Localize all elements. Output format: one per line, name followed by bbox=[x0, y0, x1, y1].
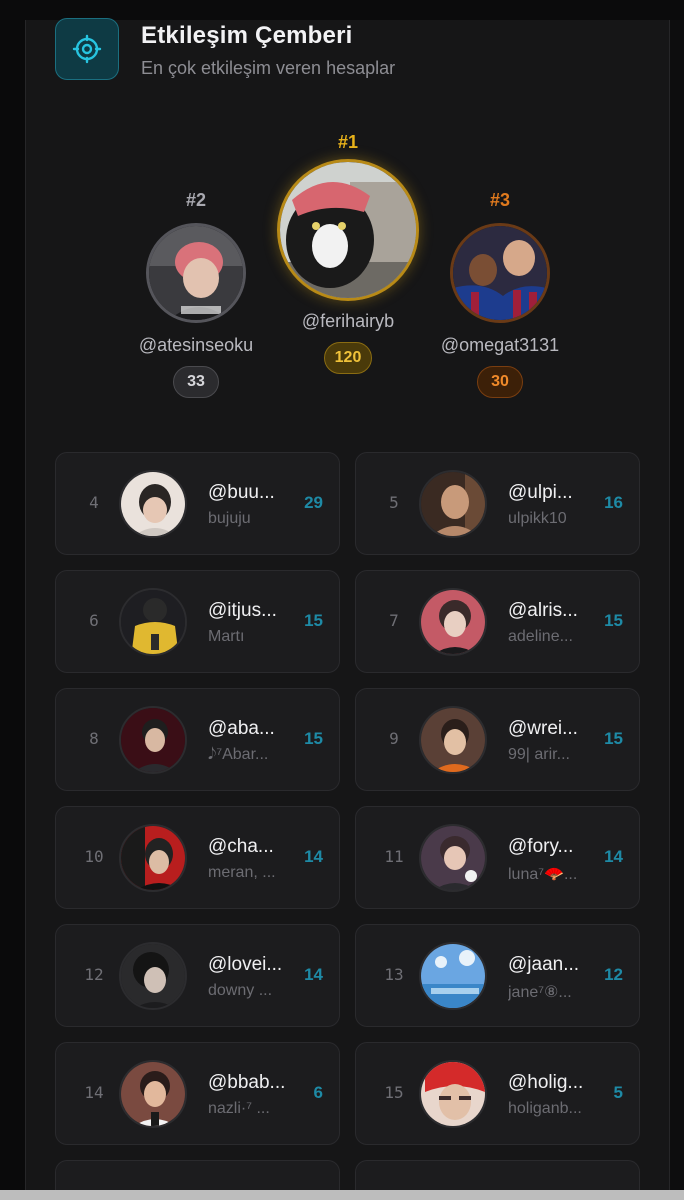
interaction-count-badge: 33 bbox=[173, 366, 219, 398]
podium-handle[interactable]: @ferihairyb bbox=[268, 311, 428, 332]
user-handle: @lovei... bbox=[208, 954, 283, 975]
interaction-count-badge: 120 bbox=[323, 342, 373, 374]
display-name: adeline... bbox=[508, 628, 573, 645]
leaderboard-card[interactable]: 8 @aba... 𝅘𝅥𝅮⁷Abar... 15 bbox=[55, 688, 340, 791]
interaction-count: 29 bbox=[304, 493, 323, 512]
target-circle-icon bbox=[55, 18, 119, 80]
leaderboard-card[interactable]: 9 @wrei... 99| arir... 15 bbox=[355, 688, 640, 791]
avatar bbox=[419, 470, 487, 538]
display-name: meran, ... bbox=[208, 864, 276, 881]
section-header: Etkileşim Çemberi En çok etkileşim veren… bbox=[55, 18, 395, 82]
podium-handle[interactable]: @atesinseoku bbox=[126, 335, 266, 356]
avatar[interactable] bbox=[450, 223, 550, 323]
user-handle: @aba... bbox=[208, 718, 275, 739]
display-name: Martı bbox=[208, 628, 245, 645]
user-handle: @ulpi... bbox=[508, 482, 573, 503]
podium-second[interactable]: #2 @atesinseoku 33 bbox=[126, 190, 266, 398]
podium-first[interactable]: #1 @ferihairyb 120 bbox=[268, 132, 428, 374]
page-title: Etkileşim Çemberi bbox=[141, 22, 353, 49]
interaction-count: 16 bbox=[604, 493, 623, 512]
leaderboard-card[interactable]: 12 @lovei... downy ... 14 bbox=[55, 924, 340, 1027]
display-name: jane⁷⑧... bbox=[508, 984, 572, 1001]
display-name: luna⁷🪭... bbox=[508, 866, 578, 883]
leaderboard-card[interactable]: 4 @buu... bujuju 29 bbox=[55, 452, 340, 555]
display-name: ulpikk10 bbox=[508, 510, 567, 527]
user-handle: @wrei... bbox=[508, 718, 578, 739]
rank-label: #2 bbox=[185, 190, 207, 210]
podium-third[interactable]: #3 @omegat3131 30 bbox=[430, 190, 570, 398]
rank-label: #1 bbox=[337, 132, 359, 152]
avatar bbox=[119, 824, 187, 892]
leaderboard-card[interactable]: 7 @alris... adeline... 15 bbox=[355, 570, 640, 673]
user-handle: @holig... bbox=[508, 1072, 584, 1093]
avatar[interactable] bbox=[277, 159, 419, 301]
leaderboard-card[interactable]: 6 @itjus... Martı 15 bbox=[55, 570, 340, 673]
interaction-count: 15 bbox=[604, 729, 623, 748]
display-name: nazli·⁷ ... bbox=[208, 1100, 270, 1117]
rank-label: #3 bbox=[489, 190, 511, 210]
interaction-count: 14 bbox=[304, 965, 323, 984]
interaction-count: 6 bbox=[313, 1083, 323, 1102]
display-name: holiganb... bbox=[508, 1100, 582, 1117]
bottom-edge bbox=[0, 1190, 684, 1200]
avatar bbox=[419, 942, 487, 1010]
interaction-count: 14 bbox=[604, 847, 623, 866]
avatar bbox=[119, 706, 187, 774]
avatar bbox=[419, 1060, 487, 1128]
page-edge bbox=[670, 20, 684, 1200]
avatar bbox=[419, 824, 487, 892]
top-status-strip bbox=[0, 0, 684, 20]
leaderboard-card[interactable]: 14 @bbab... nazli·⁷ ... 6 bbox=[55, 1042, 340, 1145]
display-name: downy ... bbox=[208, 982, 273, 999]
podium-handle[interactable]: @omegat3131 bbox=[430, 335, 570, 356]
avatar bbox=[419, 588, 487, 656]
leaderboard-card[interactable]: 13 @jaan... jane⁷⑧... 12 bbox=[355, 924, 640, 1027]
avatar bbox=[119, 470, 187, 538]
leaderboard-card[interactable]: 5 @ulpi... ulpikk10 16 bbox=[355, 452, 640, 555]
interaction-count: 15 bbox=[604, 611, 623, 630]
interaction-count: 14 bbox=[304, 847, 323, 866]
display-name: bujuju bbox=[208, 510, 251, 527]
interaction-count: 15 bbox=[304, 729, 323, 748]
user-handle: @jaan... bbox=[508, 954, 580, 975]
page-subtitle: En çok etkileşim veren hesaplar bbox=[141, 58, 396, 78]
user-handle: @fory... bbox=[508, 836, 574, 857]
avatar bbox=[119, 588, 187, 656]
interaction-count: 5 bbox=[613, 1083, 623, 1102]
avatar bbox=[119, 942, 187, 1010]
display-name: 99| arir... bbox=[508, 746, 570, 763]
display-name: 𝅘𝅥𝅮⁷Abar... bbox=[208, 746, 269, 763]
user-handle: @itjus... bbox=[208, 600, 277, 621]
leaderboard-card[interactable]: 10 @cha... meran, ... 14 bbox=[55, 806, 340, 909]
interaction-count: 15 bbox=[304, 611, 323, 630]
user-handle: @bbab... bbox=[208, 1072, 286, 1093]
user-handle: @cha... bbox=[208, 836, 274, 857]
user-handle: @buu... bbox=[208, 482, 275, 503]
interaction-count-badge: 30 bbox=[477, 366, 523, 398]
avatar bbox=[419, 706, 487, 774]
leaderboard-card[interactable]: 15 @holig... holiganb... 5 bbox=[355, 1042, 640, 1145]
avatar[interactable] bbox=[146, 223, 246, 323]
leaderboard-card[interactable]: 11 @fory... luna⁷🪭... 14 bbox=[355, 806, 640, 909]
avatar bbox=[119, 1060, 187, 1128]
interaction-count: 12 bbox=[604, 965, 623, 984]
user-handle: @alris... bbox=[508, 600, 578, 621]
